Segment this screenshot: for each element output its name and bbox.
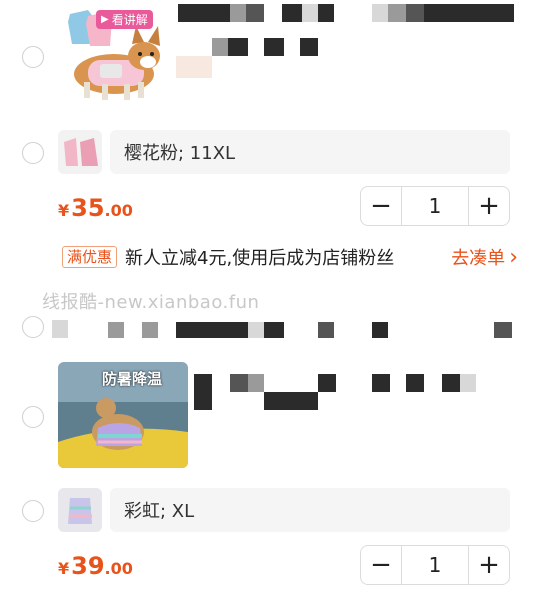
item-1-price: ¥ 35 .00: [58, 194, 133, 222]
select-variant-1-radio[interactable]: [22, 142, 44, 164]
price-integer: 39: [71, 552, 105, 580]
decrease-quantity-button[interactable]: −: [361, 187, 401, 225]
promo-link[interactable]: 去凑单 ›: [451, 244, 518, 270]
variant-2-selector[interactable]: 彩虹; XL: [110, 488, 510, 532]
variant-1-selector[interactable]: 樱花粉; 11XL: [110, 130, 510, 174]
rainbow-garment-image: [58, 488, 102, 532]
variant-1-thumbnail: [58, 130, 102, 174]
watermark: 线报酷-new.xianbao.fun: [42, 292, 260, 313]
price-decimal: .00: [104, 201, 133, 220]
increase-quantity-button[interactable]: +: [469, 187, 509, 225]
variant-2-thumbnail: [58, 488, 102, 532]
item-2-thumbnail[interactable]: 防暑降温: [58, 362, 188, 468]
chevron-right-icon: ›: [509, 244, 518, 270]
increase-quantity-button[interactable]: +: [469, 546, 509, 584]
price-decimal: .00: [104, 559, 133, 578]
pink-garment-image: [64, 138, 98, 166]
select-variant-2-radio[interactable]: [22, 500, 44, 522]
select-item-2-radio[interactable]: [22, 406, 44, 428]
item-1-quantity-stepper[interactable]: − 1 +: [360, 186, 510, 226]
currency-symbol: ¥: [58, 201, 70, 220]
item-2-quantity-stepper[interactable]: − 1 +: [360, 545, 510, 585]
quantity-value[interactable]: 1: [401, 187, 469, 225]
promo-badge: 满优惠: [62, 246, 118, 268]
quantity-value[interactable]: 1: [401, 546, 469, 584]
promo-row: 满优惠 新人立减4元,使用后成为店铺粉丝 去凑单 ›: [62, 244, 518, 270]
variant-2-label: 彩虹; XL: [124, 501, 195, 522]
video-badge-label: 看讲解: [111, 13, 148, 27]
item-1-thumbnail[interactable]: ▶ 看讲解: [58, 4, 188, 108]
promo-text: 新人立减4元,使用后成为店铺粉丝: [125, 248, 395, 269]
currency-symbol: ¥: [58, 559, 70, 578]
item-2-price: ¥ 39 .00: [58, 552, 133, 580]
select-shop-2-radio[interactable]: [22, 316, 44, 338]
image-caption: 防暑降温: [102, 370, 163, 388]
video-badge[interactable]: ▶ 看讲解: [96, 10, 153, 29]
decrease-quantity-button[interactable]: −: [361, 546, 401, 584]
play-icon: ▶: [101, 14, 109, 25]
select-item-1-radio[interactable]: [22, 46, 44, 68]
variant-1-label: 樱花粉; 11XL: [124, 143, 236, 164]
price-integer: 35: [71, 194, 105, 222]
promo-link-label: 去凑单: [451, 248, 506, 269]
